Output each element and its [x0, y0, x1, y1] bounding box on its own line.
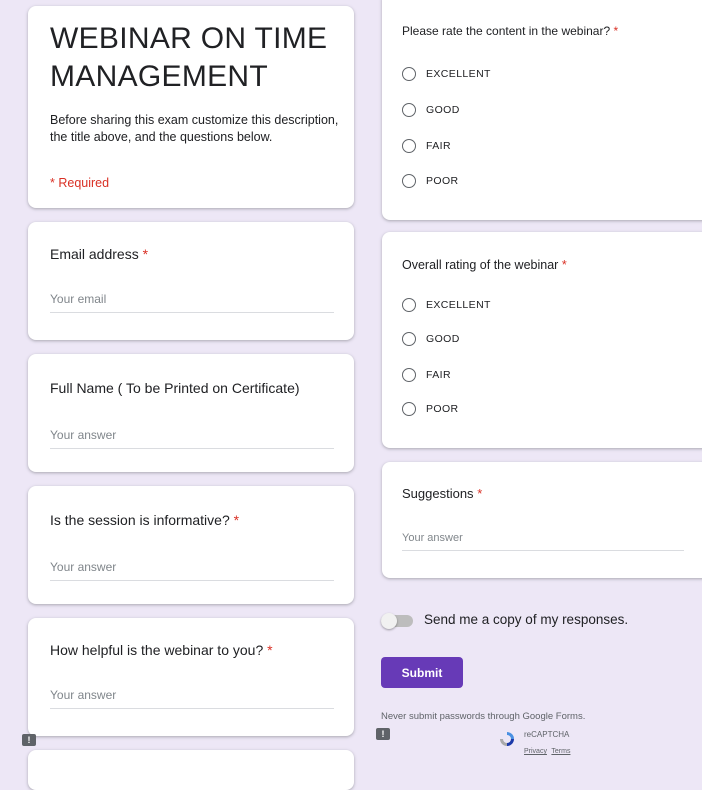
question-text: Overall rating of the webinar	[402, 258, 559, 272]
privacy-link[interactable]: Privacy	[524, 748, 547, 755]
radio-label: EXCELLENT	[426, 68, 491, 80]
radio-label: GOOD	[426, 104, 460, 116]
question-label: Email address *	[50, 246, 148, 262]
send-copy-toggle[interactable]	[381, 613, 413, 629]
radio-button[interactable]	[402, 103, 416, 117]
radio-button[interactable]	[402, 402, 416, 416]
informative-input[interactable]: Your answer	[50, 560, 334, 581]
content-rating-card: Please rate the content in the webinar? …	[382, 0, 702, 220]
required-asterisk: *	[561, 258, 567, 272]
question-label: Please rate the content in the webinar? …	[402, 24, 618, 38]
radio-label: FAIR	[426, 140, 451, 152]
report-abuse-icon[interactable]: !	[376, 728, 390, 740]
radio-option[interactable]: EXCELLENT	[402, 298, 491, 312]
radio-label: FAIR	[426, 369, 451, 381]
radio-button[interactable]	[402, 332, 416, 346]
radio-label: POOR	[426, 403, 459, 415]
next-question-card	[28, 750, 354, 790]
recaptcha-logo-icon	[498, 730, 516, 748]
radio-label: EXCELLENT	[426, 299, 491, 311]
suggestions-input[interactable]: Your answer	[402, 532, 684, 551]
question-label: Suggestions *	[402, 486, 482, 501]
required-asterisk: *	[267, 642, 273, 658]
form-description: Before sharing this exam customize this …	[50, 113, 339, 144]
form-title: WEBINAR ON TIME MANAGEMENT	[50, 22, 328, 93]
question-text: Full Name ( To be Printed on Certificate…	[50, 380, 300, 396]
required-asterisk: *	[613, 24, 619, 38]
full-name-input[interactable]: Your answer	[50, 428, 334, 449]
informative-question-card: Is the session is informative? * Your an…	[28, 486, 354, 604]
radio-option[interactable]: GOOD	[402, 332, 460, 346]
question-label: Full Name ( To be Printed on Certificate…	[50, 380, 300, 396]
required-asterisk: *	[142, 246, 149, 262]
question-label: Overall rating of the webinar *	[402, 258, 567, 272]
radio-button[interactable]	[402, 67, 416, 81]
overall-rating-card: Overall rating of the webinar * EXCELLEN…	[382, 232, 702, 448]
required-note: * Required	[50, 176, 110, 190]
question-label: How helpful is the webinar to you? *	[50, 642, 273, 658]
question-text: Suggestions	[402, 486, 474, 501]
radio-button[interactable]	[402, 298, 416, 312]
radio-option[interactable]: POOR	[402, 402, 459, 416]
email-input[interactable]: Your email	[50, 292, 334, 313]
send-copy-label: Send me a copy of my responses.	[424, 612, 629, 627]
recaptcha-label: reCAPTCHA	[524, 730, 570, 739]
radio-option[interactable]: POOR	[402, 174, 459, 188]
radio-label: POOR	[426, 175, 459, 187]
submit-button[interactable]: Submit	[381, 657, 463, 688]
helpful-input[interactable]: Your answer	[50, 688, 334, 709]
required-asterisk: *	[477, 486, 483, 501]
email-question-card: Email address * Your email	[28, 222, 354, 340]
form-header-card: WEBINAR ON TIME MANAGEMENT Before sharin…	[28, 6, 354, 208]
radio-button[interactable]	[402, 368, 416, 382]
report-abuse-icon[interactable]: !	[22, 734, 36, 746]
radio-option[interactable]: FAIR	[402, 139, 451, 153]
radio-option[interactable]: EXCELLENT	[402, 67, 491, 81]
password-warning: Never submit passwords through Google Fo…	[381, 711, 586, 722]
question-text: Email address	[50, 246, 139, 262]
radio-button[interactable]	[402, 174, 416, 188]
radio-option[interactable]: GOOD	[402, 103, 460, 117]
radio-label: GOOD	[426, 333, 460, 345]
recaptcha-badge: reCAPTCHA Privacy Terms	[498, 730, 570, 758]
full-name-question-card: Full Name ( To be Printed on Certificate…	[28, 354, 354, 472]
terms-link[interactable]: Terms	[551, 748, 570, 755]
helpful-question-card: How helpful is the webinar to you? * You…	[28, 618, 354, 736]
question-label: Is the session is informative? *	[50, 512, 239, 528]
question-text: How helpful is the webinar to you?	[50, 642, 264, 658]
radio-button[interactable]	[402, 139, 416, 153]
toggle-thumb	[381, 613, 397, 629]
radio-option[interactable]: FAIR	[402, 368, 451, 382]
question-text: Is the session is informative?	[50, 512, 230, 528]
suggestions-card: Suggestions * Your answer	[382, 462, 702, 578]
question-text: Please rate the content in the webinar?	[402, 24, 611, 38]
required-asterisk: *	[233, 512, 240, 528]
